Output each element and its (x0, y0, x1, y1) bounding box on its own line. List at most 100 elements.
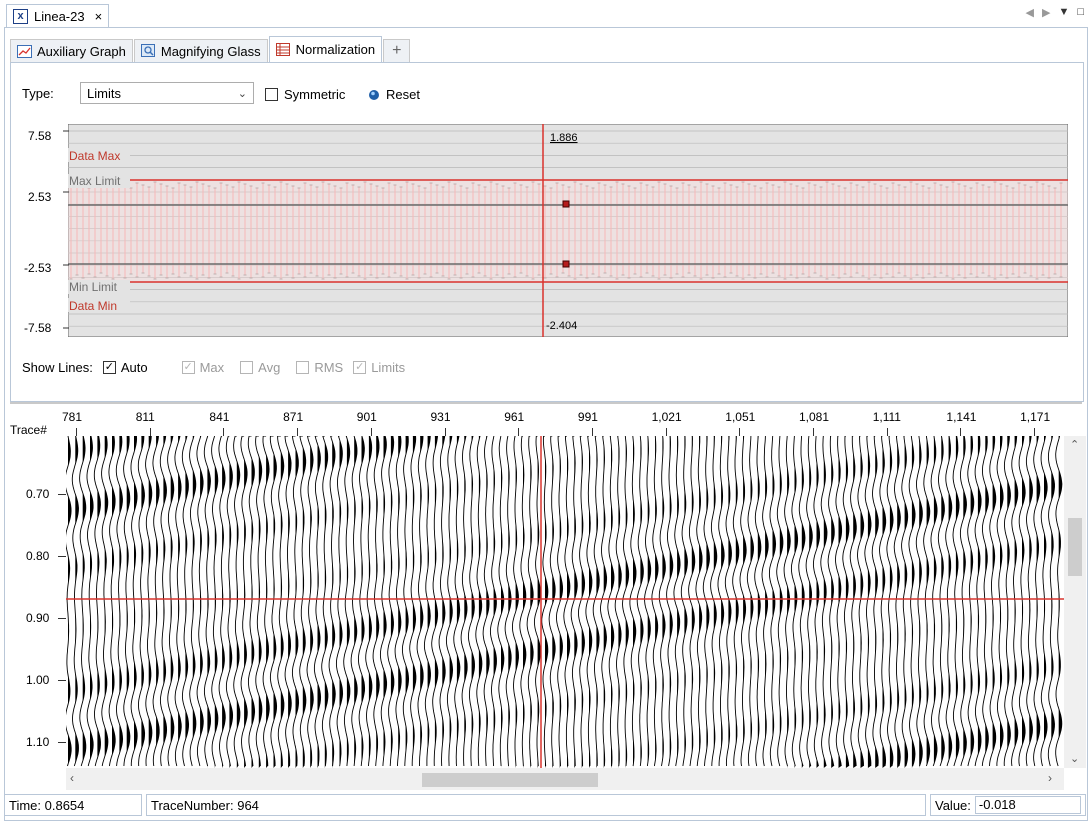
max-limit-handle[interactable] (562, 200, 570, 208)
value-status: Value: -0.018 (930, 794, 1086, 816)
cursor-top-value: 1.886 (550, 132, 578, 144)
show-lines-row: Show Lines: ✓ Auto ✓ Max Avg RMS ✓ Limits (22, 360, 405, 375)
trace-tick-label: 781 (62, 410, 83, 424)
time-tick (58, 680, 66, 681)
tab-magnifying-glass[interactable]: Magnifying Glass (133, 39, 268, 62)
value-label: Value: (935, 797, 971, 813)
scroll-right-icon[interactable]: › (1048, 771, 1052, 785)
tab-normalization[interactable]: Normalization (268, 36, 383, 62)
normalization-graph[interactable]: Data Max Max Limit Min Limit Data Min 1.… (68, 124, 1068, 337)
trace-tick-label: 1,051 (725, 410, 756, 424)
trace-tick-label: 931 (430, 410, 451, 424)
type-label: Type: (22, 86, 54, 101)
auto-checkbox[interactable]: ✓ Auto (102, 360, 148, 375)
trace-tick (444, 428, 446, 436)
scroll-left-icon[interactable]: ‹ (70, 771, 74, 785)
view-controls: ◀ ▶ ▼ □ (1026, 6, 1084, 19)
seismic-file-icon: x (13, 8, 28, 24)
time-tick (58, 742, 66, 743)
editor-tab-linea-23[interactable]: x Linea-23 × (6, 4, 110, 27)
trace-tick-label: 811 (135, 410, 155, 424)
type-dropdown-value: Limits (87, 85, 121, 101)
vertical-scroll-thumb[interactable] (1068, 518, 1082, 576)
max-limit-label: Max Limit (69, 174, 121, 188)
trace-tick-label: 991 (577, 410, 598, 424)
reset-button[interactable]: Reset (368, 87, 420, 102)
horizontal-scroll-thumb[interactable] (422, 773, 598, 787)
view-menu-icon[interactable]: ▼ (1058, 6, 1069, 19)
trace-tick-label: 1,111 (872, 410, 901, 424)
trace-number-status: TraceNumber: 964 (146, 794, 926, 816)
editor-tab-title: Linea-23 (34, 8, 85, 24)
inner-tab-row: Auxiliary Graph Magnifying Glass Normali… (10, 36, 411, 62)
max-checkbox[interactable]: ✓ Max (181, 360, 225, 375)
time-axis: 0.60 0.70 0.80 0.90 1.00 1.10 (10, 436, 66, 768)
trace-tick-label: 1,081 (799, 410, 830, 424)
checkbox-box (296, 361, 310, 374)
symmetric-checkbox[interactable]: Symmetric (265, 87, 345, 102)
data-min-label: Data Min (69, 299, 117, 313)
tab-auxiliary-graph[interactable]: Auxiliary Graph (10, 39, 133, 62)
trace-tick (591, 428, 593, 436)
tab-label: Magnifying Glass (160, 43, 261, 59)
close-tab-icon[interactable]: × (95, 9, 103, 24)
scroll-down-icon[interactable]: ⌄ (1070, 752, 1079, 765)
trace-tick (518, 428, 520, 436)
vertical-scrollbar[interactable]: ⌃ ⌄ (1064, 436, 1086, 768)
max-label: Max (199, 360, 225, 375)
graph-icon (17, 44, 32, 58)
scroll-up-icon[interactable]: ⌃ (1070, 438, 1079, 451)
time-tick-label: 1.10 (26, 735, 50, 749)
trace-tick (76, 428, 77, 436)
trace-tick-label: 1,021 (651, 410, 682, 424)
rms-checkbox[interactable]: RMS (296, 360, 343, 375)
seismic-section[interactable] (66, 436, 1064, 768)
reset-icon (369, 89, 379, 100)
trace-tick-label: 1,141 (946, 410, 977, 424)
y-tick-label: -2.53 (24, 261, 52, 275)
time-tick (58, 618, 66, 619)
tab-label: Auxiliary Graph (37, 43, 126, 59)
limits-checkbox[interactable]: ✓ Limits (353, 360, 405, 375)
trace-tick (223, 428, 225, 436)
type-dropdown[interactable]: Limits ⌄ (80, 82, 254, 104)
horizontal-scrollbar[interactable]: ‹ › (66, 768, 1064, 790)
trace-tick-label: 871 (283, 410, 304, 424)
trace-tick (1034, 428, 1036, 436)
avg-checkbox[interactable]: Avg (240, 360, 280, 375)
checkbox-box (240, 361, 254, 374)
time-tick-label: 0.70 (26, 487, 50, 501)
add-tab-button[interactable]: + (383, 39, 411, 62)
cursor-bottom-value: -2.404 (546, 320, 577, 332)
checkbox-box: ✓ (102, 361, 116, 374)
checkbox-box: ✓ (353, 361, 367, 374)
trace-tick (739, 428, 741, 436)
previous-icon[interactable]: ◀ (1026, 6, 1034, 19)
y-axis-ticks (63, 130, 69, 329)
trace-tick (370, 428, 372, 436)
time-tick-label: 0.80 (26, 549, 50, 563)
reset-label: Reset (386, 87, 420, 102)
trace-tick (297, 428, 299, 436)
rms-label: RMS (314, 360, 344, 375)
min-limit-handle[interactable] (562, 260, 570, 268)
trace-tick-label: 901 (356, 410, 377, 424)
trace-tick-label: 1,171 (1020, 410, 1051, 424)
trace-tick-label: 841 (209, 410, 230, 424)
time-status: Time: 0.8654 (4, 794, 142, 816)
tab-label: Normalization (295, 42, 376, 57)
limits-label: Limits (371, 360, 406, 375)
min-limit-label: Min Limit (69, 280, 118, 294)
next-icon[interactable]: ▶ (1042, 6, 1050, 19)
trace-tick (886, 428, 888, 436)
auto-label: Auto (120, 360, 148, 375)
trace-axis: 781 811 841 871 901 931 961 991 1,021 1,051 1,081 1… (62, 408, 1064, 436)
chevron-down-icon: ⌄ (237, 87, 247, 100)
restore-icon[interactable]: □ (1077, 6, 1084, 19)
trace-tick-label: 961 (504, 410, 525, 424)
panel-divider[interactable] (10, 402, 1082, 404)
time-tick-label: 0.90 (26, 611, 50, 625)
trace-axis-label: Trace# (10, 423, 47, 437)
value-field: -0.018 (974, 796, 1081, 814)
checkbox-box: ✓ (181, 361, 195, 374)
